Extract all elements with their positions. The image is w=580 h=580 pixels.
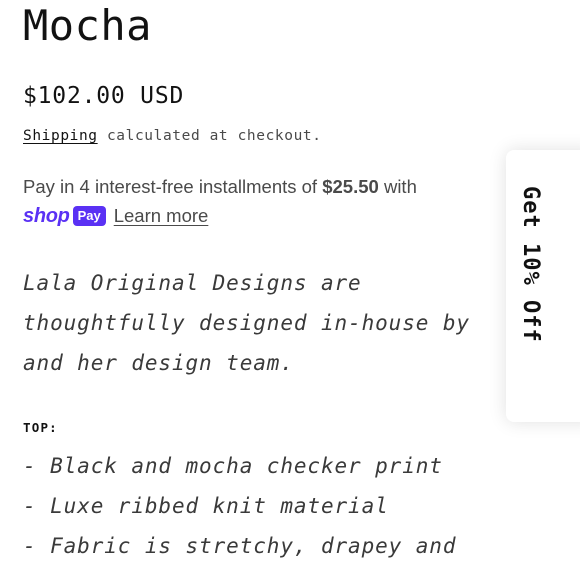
- description-line: thoughtfully designed in-house by: [23, 311, 470, 335]
- installments-prefix: Pay in 4 interest-free installments of: [23, 176, 323, 197]
- installments-text: Pay in 4 interest-free installments of $…: [23, 173, 503, 201]
- product-page: Mocha $102.00 USD Shipping calculated at…: [0, 0, 580, 580]
- discount-tab-label: Get 10% Off: [518, 186, 543, 343]
- product-price: $102.00 USD: [23, 83, 185, 109]
- installment-amount: $25.50: [322, 176, 379, 197]
- shop-pay-logo-icon: shop Pay: [23, 202, 106, 230]
- shipping-note-text: calculated at checkout.: [97, 128, 322, 144]
- shop-pay-badge: Pay: [72, 206, 106, 226]
- shipping-note: Shipping calculated at checkout.: [23, 126, 322, 146]
- description-line: Lala Original Designs are: [23, 271, 362, 295]
- learn-more-link[interactable]: Learn more: [114, 202, 209, 230]
- installments-suffix: with: [378, 176, 417, 197]
- top-feature-list: - Black and mocha checker print - Luxe r…: [23, 446, 456, 566]
- shop-pay-installments: Pay in 4 interest-free installments of $…: [23, 173, 503, 230]
- feature-item: - Luxe ribbed knit material: [23, 494, 389, 518]
- product-title: Mocha: [23, 1, 152, 50]
- discount-popup-tab[interactable]: Get 10% Off: [506, 150, 580, 422]
- shop-pay-row: shop Pay Learn more: [23, 202, 503, 230]
- description-line: and her design team.: [23, 351, 294, 375]
- product-description: Lala Original Designs are thoughtfully d…: [23, 263, 513, 383]
- feature-item: - Black and mocha checker print: [23, 454, 443, 478]
- feature-item: - Fabric is stretchy, drapey and: [23, 534, 457, 558]
- top-section-label: TOP:: [23, 420, 58, 435]
- shipping-link[interactable]: Shipping: [23, 128, 98, 144]
- shop-pay-wordmark: shop: [23, 205, 70, 227]
